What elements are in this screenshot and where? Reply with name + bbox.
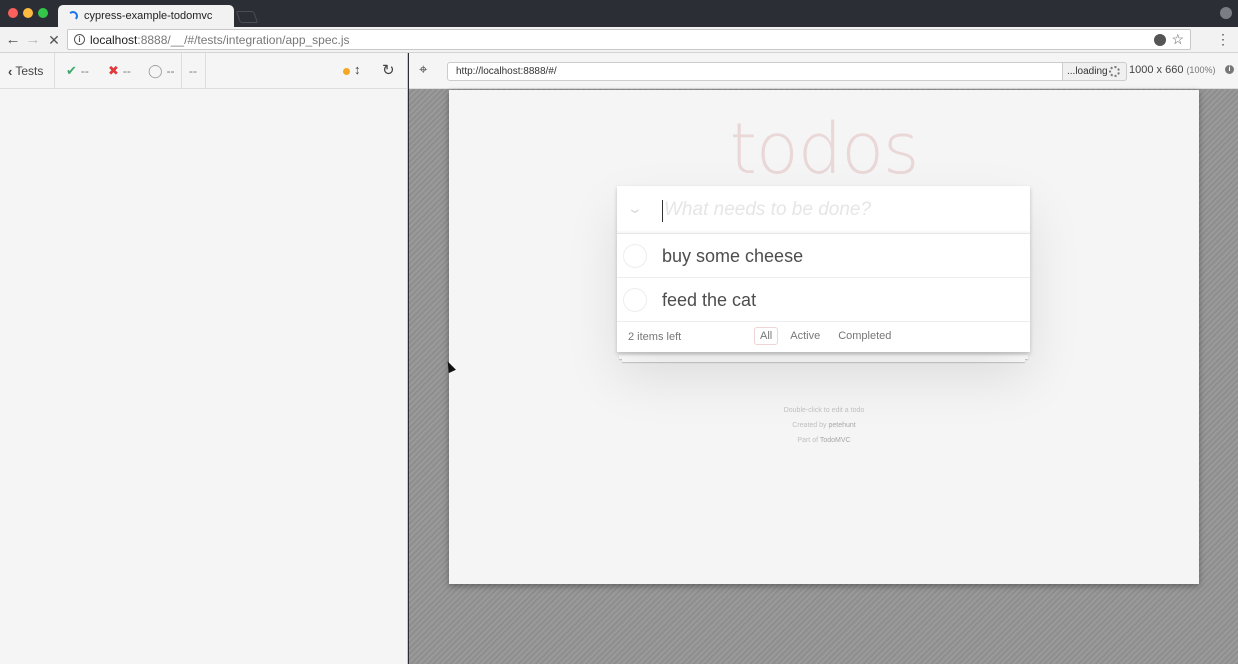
loading-indicator: ...loading — [1063, 62, 1127, 81]
chevron-left-icon: ‹ — [8, 63, 13, 79]
site-info-icon[interactable]: i — [74, 34, 85, 45]
text-caret — [662, 200, 663, 222]
selector-playground-icon[interactable]: ⌖ — [419, 61, 427, 78]
aut-url-field[interactable]: http://localhost:8888/#/ — [447, 62, 1063, 81]
part-of: Part of TodoMVC — [449, 433, 1199, 448]
todo-label: buy some cheese — [662, 246, 804, 266]
new-todo-input[interactable] — [661, 186, 1021, 234]
part-of-prefix: Part of — [797, 437, 820, 444]
divider — [54, 53, 55, 89]
passed-count: ✔ -- — [66, 53, 89, 89]
reporter-header: ‹ Tests ✔ -- ✖ -- ◯ -- -- ↕ ↻ — [0, 53, 407, 89]
pending-value: -- — [166, 64, 175, 78]
tab-loading-icon — [68, 11, 78, 21]
edit-hint: Double-click to edit a todo — [783, 407, 865, 414]
stop-loading-icon[interactable]: ✕ — [45, 31, 63, 49]
pending-count: ◯ -- — [148, 53, 175, 89]
x-icon: ✖ — [108, 63, 119, 78]
tab-title: cypress-example-todomvc — [84, 10, 213, 22]
loading-label: ...loading — [1067, 66, 1108, 77]
todo-item[interactable]: buy some cheese — [617, 234, 1030, 278]
divider — [181, 53, 182, 89]
browser-tab[interactable]: cypress-example-todomvc — [58, 5, 234, 27]
failed-count: ✖ -- — [108, 53, 131, 89]
todo-item[interactable]: feed the cat — [617, 278, 1030, 322]
forward-icon[interactable]: → — [24, 31, 42, 49]
app-under-test: todos ⌄ buy some cheese feed the cat 2 i… — [449, 90, 1199, 584]
spinner-icon — [1109, 66, 1120, 77]
window-close-button[interactable] — [8, 8, 18, 18]
url-path: :8888/__/#/tests/integration/app_spec.js — [137, 32, 350, 47]
window-minimize-button[interactable] — [23, 8, 33, 18]
todo-footer: 2 items left All Active Completed — [617, 322, 1030, 352]
filter-all[interactable]: All — [754, 327, 779, 345]
todo-filters: All Active Completed — [754, 327, 903, 345]
check-icon: ✔ — [66, 63, 77, 78]
profile-icon[interactable] — [1220, 7, 1232, 19]
browser-titlebar: cypress-example-todomvc — [0, 0, 1238, 27]
back-icon[interactable]: ← — [4, 31, 22, 49]
filter-completed[interactable]: Completed — [832, 327, 897, 345]
created-by-link[interactable]: petehunt — [828, 422, 855, 429]
restart-icon[interactable]: ↻ — [382, 61, 395, 79]
passed-value: -- — [80, 64, 89, 78]
window-maximize-button[interactable] — [38, 8, 48, 18]
bookmark-star-icon[interactable]: ☆ — [1171, 31, 1184, 48]
circle-icon: ◯ — [148, 63, 163, 78]
duration: -- — [189, 53, 197, 89]
url-host: localhost — [90, 32, 138, 47]
divider — [205, 53, 206, 89]
todo-count: 2 items left — [628, 331, 682, 343]
todomvc-link[interactable]: TodoMVC — [820, 437, 851, 444]
viewport-scale: (100%) — [1186, 65, 1216, 75]
running-status-icon — [343, 68, 350, 75]
stack-shadow — [622, 359, 1025, 362]
new-tab-button[interactable] — [235, 11, 259, 23]
tests-button[interactable]: ‹ Tests — [8, 53, 43, 89]
toggle-all-chevron-icon[interactable]: ⌄ — [627, 200, 643, 217]
new-todo-row: ⌄ — [617, 186, 1030, 234]
runner-header: ⌖ http://localhost:8888/#/ ...loading 10… — [409, 53, 1238, 89]
filter-active[interactable]: Active — [784, 327, 826, 345]
chrome-menu-icon[interactable]: ⋮ — [1216, 30, 1230, 48]
todo-app: ⌄ buy some cheese feed the cat 2 items l… — [617, 186, 1030, 352]
duration-value: -- — [189, 64, 197, 78]
browser-toolbar: ← → ✕ i localhost:8888/__/#/tests/integr… — [0, 27, 1238, 53]
todo-info-footer: Double-click to edit a todo Created by p… — [449, 403, 1199, 448]
todo-app-title: todos — [729, 108, 919, 190]
created-by: Created by petehunt — [449, 418, 1199, 433]
viewport-info-icon[interactable]: i — [1225, 65, 1234, 74]
extension-icon[interactable] — [1154, 34, 1166, 46]
todo-label: feed the cat — [662, 290, 757, 310]
reporter-panel: ‹ Tests ✔ -- ✖ -- ◯ -- -- ↕ ↻ — [0, 53, 408, 664]
auto-scroll-icon[interactable]: ↕ — [354, 62, 361, 77]
todo-toggle-checkbox[interactable] — [623, 288, 647, 312]
viewport-size: 1000 x 660 (100%) — [1129, 64, 1215, 76]
created-by-prefix: Created by — [792, 422, 829, 429]
todo-toggle-checkbox[interactable] — [623, 244, 647, 268]
failed-value: -- — [122, 64, 131, 78]
tests-label: Tests — [15, 64, 44, 78]
address-bar[interactable]: i localhost:8888/__/#/tests/integration/… — [67, 29, 1191, 50]
viewport-size-value: 1000 x 660 — [1129, 64, 1184, 76]
